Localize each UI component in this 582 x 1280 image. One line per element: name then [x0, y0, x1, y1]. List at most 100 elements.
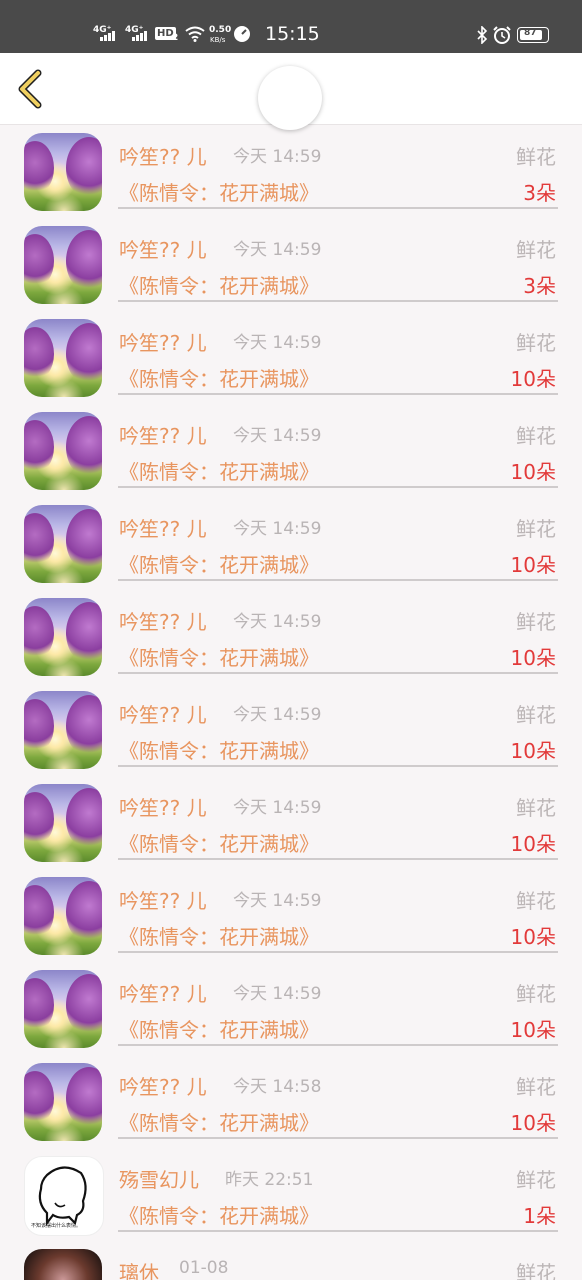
gift-count: 3朵 [523, 181, 556, 205]
work-title[interactable]: 《陈情令：花开满城》 [119, 549, 319, 578]
gift-record-row[interactable]: 吟笙?? 儿 今天 14:58 鲜花 《陈情令：花开满城》 10朵 [0, 1055, 582, 1148]
row-divider [118, 300, 558, 302]
work-title[interactable]: 《陈情令：花开满城》 [119, 1200, 319, 1229]
row-divider [118, 951, 558, 953]
row-divider [118, 207, 558, 209]
record-time: 今天 14:59 [233, 240, 322, 260]
gift-type: 鲜花 [516, 610, 556, 634]
gift-count: 10朵 [510, 460, 556, 484]
gift-record-row[interactable]: 吟笙?? 儿 今天 14:59 鲜花 《陈情令：花开满城》 10朵 [0, 869, 582, 962]
work-title[interactable]: 《陈情令：花开满城》 [119, 456, 319, 485]
user-avatar[interactable] [24, 784, 102, 862]
user-avatar[interactable] [24, 505, 102, 583]
record-time: 今天 14:59 [233, 519, 322, 539]
sender-name[interactable]: 吟笙?? 儿 [119, 978, 207, 1007]
work-title[interactable]: 《陈情令：花开满城》 [119, 735, 319, 764]
user-avatar[interactable] [24, 691, 102, 769]
user-avatar[interactable] [24, 319, 102, 397]
record-time: 昨天 22:51 [225, 1170, 314, 1190]
work-title[interactable]: 《陈情令：花开满城》 [119, 921, 319, 950]
sender-name[interactable]: 吟笙?? 儿 [119, 1071, 207, 1100]
gift-record-row[interactable]: 吟笙?? 儿 今天 14:59 鲜花 《陈情令：花开满城》 10朵 [0, 311, 582, 404]
sender-name[interactable]: 吟笙?? 儿 [119, 327, 207, 356]
gift-count: 10朵 [510, 553, 556, 577]
record-time: 今天 14:59 [233, 147, 322, 167]
back-button[interactable] [14, 69, 48, 109]
user-avatar[interactable] [24, 598, 102, 676]
row-divider [118, 1230, 558, 1232]
user-avatar[interactable] [24, 412, 102, 490]
record-time: 今天 14:59 [233, 705, 322, 725]
row-divider [118, 858, 558, 860]
gift-record-row[interactable]: 吟笙?? 儿 今天 14:59 鲜花《陈情令：花开满城》 10朵 [0, 683, 582, 776]
user-avatar[interactable]: 不知该摆出什么表情。 [24, 1156, 104, 1236]
work-title[interactable]: 《陈情令：花开满城》 [119, 177, 319, 206]
sender-name[interactable]: 殇雪幻儿 [119, 1164, 199, 1193]
record-time: 今天 14:59 [233, 426, 322, 446]
user-avatar[interactable] [24, 1249, 102, 1280]
gift-count: 10朵 [510, 367, 556, 391]
gift-type: 鲜花 [516, 517, 556, 541]
chevron-left-icon [18, 69, 42, 109]
gift-count: 10朵 [510, 739, 556, 763]
user-avatar[interactable] [24, 226, 102, 304]
record-time: 今天 14:59 [233, 333, 322, 353]
gift-type: 鲜花 [516, 703, 556, 727]
net-speed-unit: KB/s [210, 36, 226, 44]
work-title[interactable]: 《陈情令：花开满城》 [119, 270, 319, 299]
wifi-icon [185, 26, 205, 42]
gift-record-row[interactable]: 吟笙?? 儿 今天 14:59 鲜花《陈情令：花开满城》 3朵 [0, 125, 582, 218]
row-divider [118, 486, 558, 488]
work-title[interactable]: 《陈情令：花开满城》 [119, 363, 319, 392]
sender-name[interactable]: 吟笙?? 儿 [119, 885, 207, 914]
user-avatar[interactable] [24, 133, 102, 211]
gift-record-row[interactable]: 璃休 01-08 鲜花 [0, 1241, 582, 1280]
bluetooth-icon [477, 26, 488, 44]
avatar-caption: 不知该摆出什么表情。 [31, 1223, 82, 1229]
work-title[interactable]: 《陈情令：花开满城》 [119, 642, 319, 671]
gift-record-list: 吟笙?? 儿今天 14:59 鲜花 《陈情令：花开满城》 3朵 吟笙?? 儿今天 14:… [0, 125, 582, 1280]
gift-type: 鲜花 [516, 145, 556, 169]
sender-name[interactable]: 吟笙?? 儿 [119, 234, 207, 263]
hd-sub: 2 [172, 33, 179, 43]
battery-level: 87 [524, 28, 537, 38]
gift-count: 10朵 [510, 646, 556, 670]
sender-name[interactable]: 吟笙?? 儿 [119, 141, 207, 170]
sender-name[interactable]: 璃休 [119, 1257, 159, 1280]
user-avatar[interactable] [24, 877, 102, 955]
row-divider [118, 1044, 558, 1046]
gift-type: 鲜花 [516, 424, 556, 448]
gift-record-row[interactable]: 不知该摆出什么表情。 殇雪幻儿 昨天 22:51 鲜花《陈情令：花开满城》 1朵 [0, 1148, 582, 1241]
header-avatar-circle[interactable] [258, 66, 322, 130]
gift-record-row[interactable]: 吟笙?? 儿 今天 14:59 鲜花《陈情令：花开满城》 10朵 [0, 497, 582, 590]
record-time: 今天 14:58 [233, 1077, 322, 1097]
row-divider [118, 1137, 558, 1139]
clock: 15:15 [265, 23, 320, 45]
sender-name[interactable]: 吟笙?? 儿 [119, 699, 207, 728]
signal-icon-2 [130, 27, 150, 41]
signal-icon-1 [98, 27, 118, 41]
gift-record-row[interactable]: 吟笙?? 儿 今天 14:59 鲜花《陈情令：花开满城》 10朵 [0, 404, 582, 497]
gift-type: 鲜花 [516, 1168, 556, 1192]
user-avatar[interactable] [24, 970, 102, 1048]
sender-name[interactable]: 吟笙?? 儿 [119, 792, 207, 821]
sender-name[interactable]: 吟笙?? 儿 [119, 513, 207, 542]
gift-type: 鲜花 [516, 1075, 556, 1099]
sender-name[interactable]: 吟笙?? 儿 [119, 420, 207, 449]
gift-record-row[interactable]: 吟笙?? 儿 今天 14:59 鲜花 《陈情令：花开满城》 3朵 [0, 218, 582, 311]
speedometer-icon [234, 26, 250, 42]
gift-count: 1朵 [523, 1204, 556, 1228]
gift-record-row[interactable]: 吟笙?? 儿 今天 14:59 鲜花 《陈情令：花开满城》 10朵 [0, 962, 582, 1055]
sender-name[interactable]: 吟笙?? 儿 [119, 606, 207, 635]
row-divider [118, 393, 558, 395]
record-time: 今天 14:59 [233, 891, 322, 911]
gift-type: 鲜花 [516, 238, 556, 262]
work-title[interactable]: 《陈情令：花开满城》 [119, 1107, 319, 1136]
work-title[interactable]: 《陈情令：花开满城》 [119, 828, 319, 857]
gift-record-row[interactable]: 吟笙?? 儿 今天 14:59 鲜花 《陈情令：花开满城》 10朵 [0, 590, 582, 683]
user-avatar[interactable] [24, 1063, 102, 1141]
gift-count: 10朵 [510, 1018, 556, 1042]
gift-record-row[interactable]: 吟笙?? 儿 今天 14:59 鲜花 《陈情令：花开满城》 10朵 [0, 776, 582, 869]
gift-type: 鲜花 [516, 889, 556, 913]
work-title[interactable]: 《陈情令：花开满城》 [119, 1014, 319, 1043]
